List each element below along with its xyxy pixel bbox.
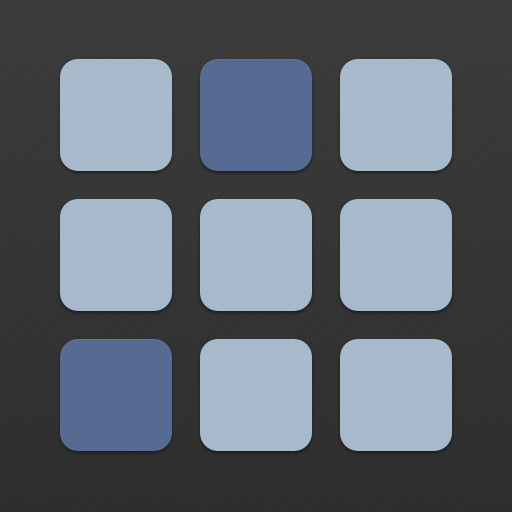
tile-grid bbox=[60, 59, 452, 451]
tile-r3-c2[interactable] bbox=[200, 339, 312, 451]
tile-r2-c2[interactable] bbox=[200, 199, 312, 311]
tile-r3-c3[interactable] bbox=[340, 339, 452, 451]
tile-r2-c1[interactable] bbox=[60, 199, 172, 311]
tile-r3-c1-active[interactable] bbox=[60, 339, 172, 451]
app-icon-canvas bbox=[0, 0, 512, 512]
tile-r1-c2-active[interactable] bbox=[200, 59, 312, 171]
tile-r1-c3[interactable] bbox=[340, 59, 452, 171]
tile-r1-c1[interactable] bbox=[60, 59, 172, 171]
tile-r2-c3[interactable] bbox=[340, 199, 452, 311]
